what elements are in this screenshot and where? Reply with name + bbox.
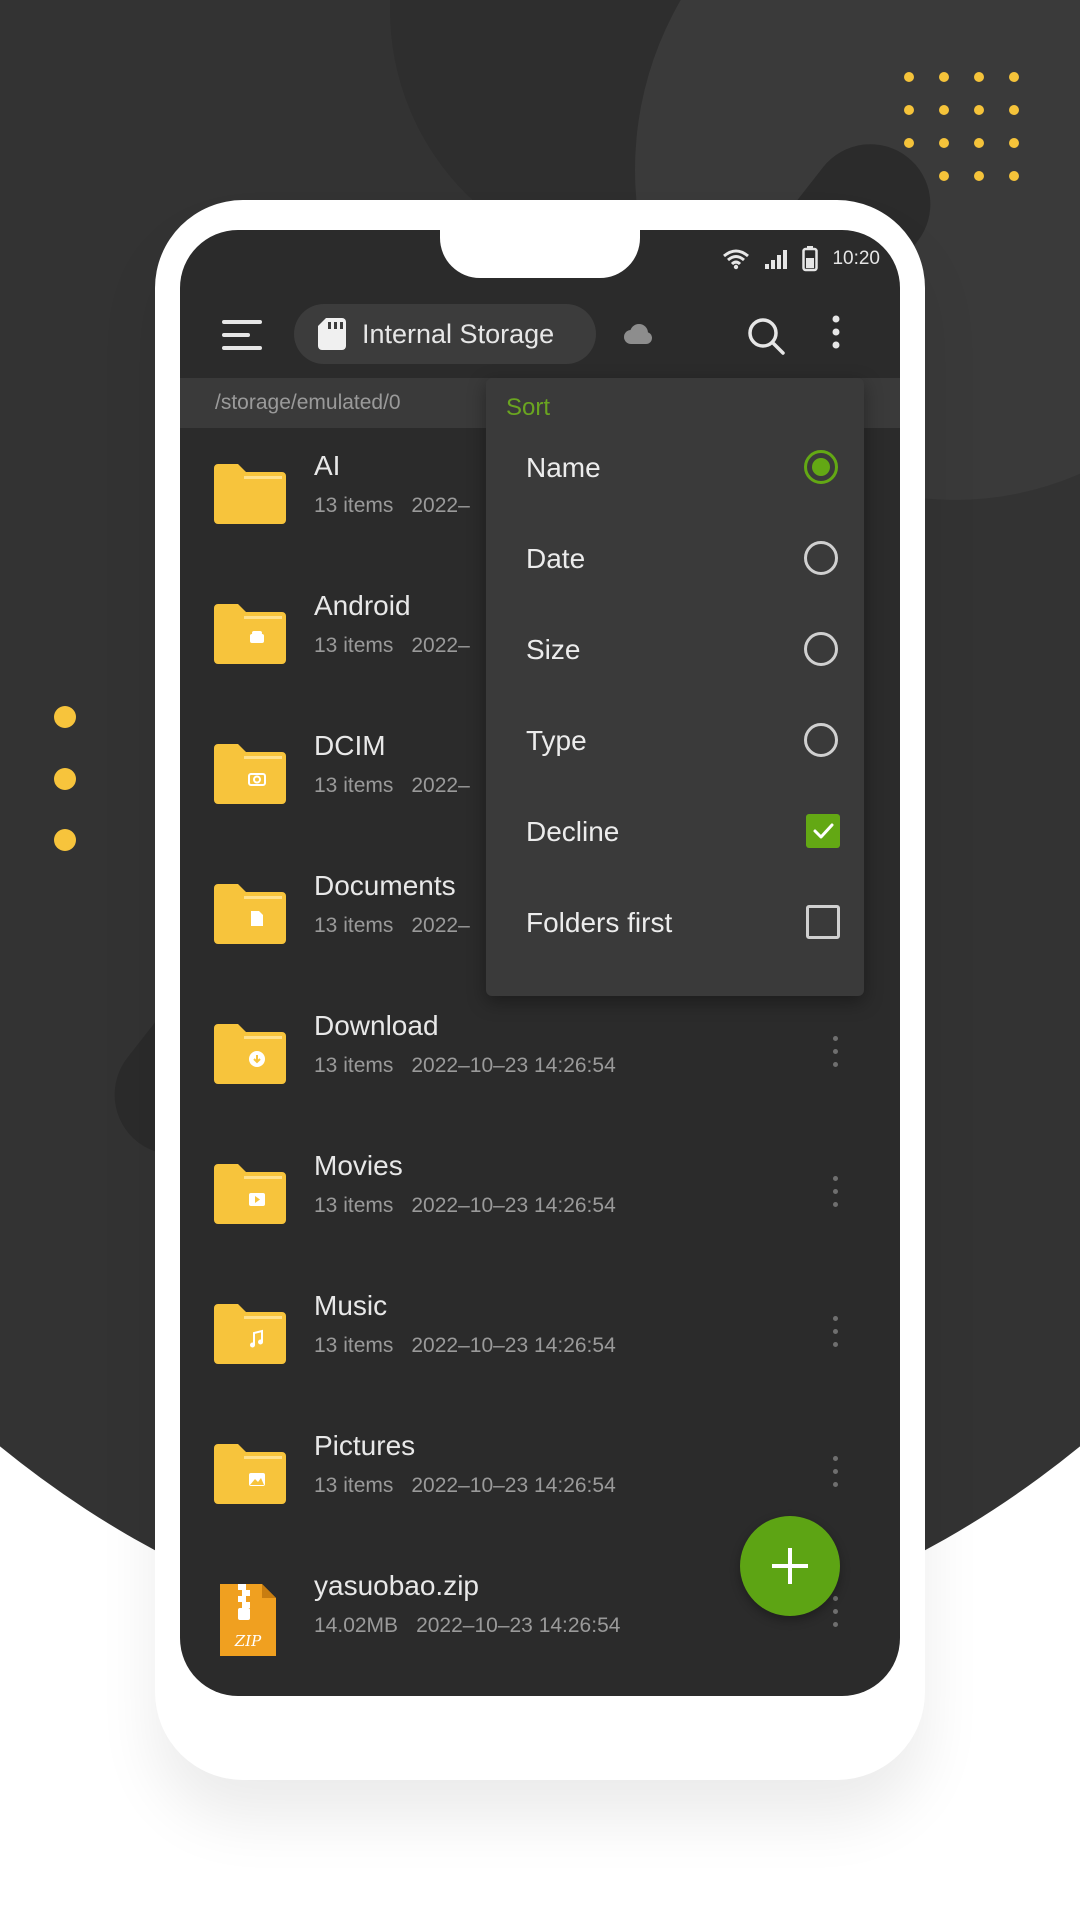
sort-option-name[interactable]: Name [486,424,864,514]
file-date: 2022– [411,634,470,657]
file-count: 13 items [314,914,394,937]
status-bar: 10:20 [722,244,880,274]
decorative-dot [54,768,76,790]
video-folder-icon [214,1164,286,1224]
file-date: 2022–10–23 14:26:54 [411,1474,616,1497]
sort-option-decline[interactable]: Decline [486,788,864,878]
file-count: 13 items [314,1474,394,1497]
music-folder-icon [214,1304,286,1364]
file-count: 14.02MB [314,1614,399,1637]
sort-option-size[interactable]: Size [486,606,864,696]
toolbar: Internal Storage [180,296,900,370]
file-meta: 13 items 2022–10–23 14:26:54 [314,1054,616,1078]
decorative-dot-grid [904,72,1034,192]
item-more-icon[interactable] [830,1036,840,1080]
android-folder-icon [214,604,286,664]
file-date: 2022–10–23 14:26:54 [411,1054,616,1077]
file-meta: 13 items 2022– [314,494,470,518]
search-icon[interactable] [746,316,786,356]
sd-card-icon [318,318,346,350]
sort-option-label: Name [526,452,601,483]
file-meta: 14.02MB 2022–10–23 14:26:54 [314,1614,620,1638]
sort-option-type[interactable]: Type [486,697,864,787]
file-date: 2022– [411,494,470,517]
image-folder-icon [214,1444,286,1504]
sort-option-folders-first[interactable]: Folders first [486,879,864,969]
file-name: yasuobao.zip [314,1570,480,1601]
file-name: Music [314,1290,388,1321]
radio-button[interactable] [804,632,838,666]
file-date: 2022–10–23 14:26:54 [411,1194,616,1217]
item-more-icon[interactable] [830,1456,840,1500]
file-name: Documents [314,870,456,901]
file-name: Movies [314,1150,403,1181]
file-meta: 13 items 2022– [314,774,470,798]
item-more-icon[interactable] [830,1316,840,1360]
folder-icon [214,464,286,524]
checkbox[interactable] [806,814,840,848]
file-name: Android [314,590,411,621]
item-more-icon[interactable] [830,1176,840,1220]
file-count: 13 items [314,494,394,517]
wifi-icon [723,249,750,270]
file-count: 13 items [314,1194,394,1217]
sort-option-label: Size [526,634,581,665]
sort-option-label: Decline [526,816,620,847]
storage-label: Internal Storage [362,318,555,349]
file-meta: 13 items 2022–10–23 14:26:54 [314,1194,616,1218]
signal-icon [765,250,788,269]
radio-button[interactable] [804,723,838,757]
file-date: 2022– [411,914,470,937]
file-name: DCIM [314,730,386,761]
file-meta: 13 items 2022–10–23 14:26:54 [314,1474,616,1498]
zip-file-icon: ZIP [220,1584,276,1656]
sort-option-date[interactable]: Date [486,515,864,605]
more-options-icon[interactable] [826,314,846,354]
document-folder-icon [214,884,286,944]
phone-notch [440,230,640,278]
sort-menu: Sort Name Date Size Type Decline Folders firs… [486,378,864,996]
cloud-icon[interactable] [622,324,652,344]
sort-menu-title: Sort [506,394,551,421]
file-name: AI [314,450,341,481]
battery-icon [802,246,819,272]
file-name: Pictures [314,1430,416,1461]
radio-button[interactable] [804,541,838,575]
file-date: 2022– [411,774,470,797]
check-icon [813,823,834,839]
download-folder-icon [214,1024,286,1084]
file-meta: 13 items 2022– [314,634,470,658]
hamburger-menu-icon[interactable] [222,318,262,352]
file-count: 13 items [314,774,394,797]
list-item[interactable]: Movies 13 items 2022–10–23 14:26:54 [180,1128,900,1268]
file-count: 13 items [314,1334,394,1357]
file-date: 2022–10–23 14:26:54 [416,1614,621,1637]
file-meta: 13 items 2022– [314,914,470,938]
file-count: 13 items [314,634,394,657]
sort-option-label: Type [526,725,587,756]
status-time: 10:20 [832,248,880,269]
phone-screen: 10:20 Internal Storage /storage/emulated… [180,230,900,1696]
list-item[interactable]: Music 13 items 2022–10–23 14:26:54 [180,1268,900,1408]
decorative-dot [54,829,76,851]
decorative-dot [54,706,76,728]
zip-badge-label: ZIP [234,1632,262,1650]
storage-selector[interactable]: Internal Storage [294,304,596,364]
checkbox[interactable] [806,905,840,939]
sort-option-label: Date [526,543,586,574]
sort-option-label: Folders first [526,907,673,938]
current-path[interactable]: /storage/emulated/0 [215,391,401,415]
file-meta: 13 items 2022–10–23 14:26:54 [314,1334,616,1358]
file-date: 2022–10–23 14:26:54 [411,1334,616,1357]
file-name: Download [314,1010,439,1041]
list-item[interactable]: Download 13 items 2022–10–23 14:26:54 [180,988,900,1128]
camera-folder-icon [214,744,286,804]
radio-button[interactable] [804,450,838,484]
add-button[interactable] [740,1516,840,1616]
file-count: 13 items [314,1054,394,1077]
item-more-icon[interactable] [830,1596,840,1640]
